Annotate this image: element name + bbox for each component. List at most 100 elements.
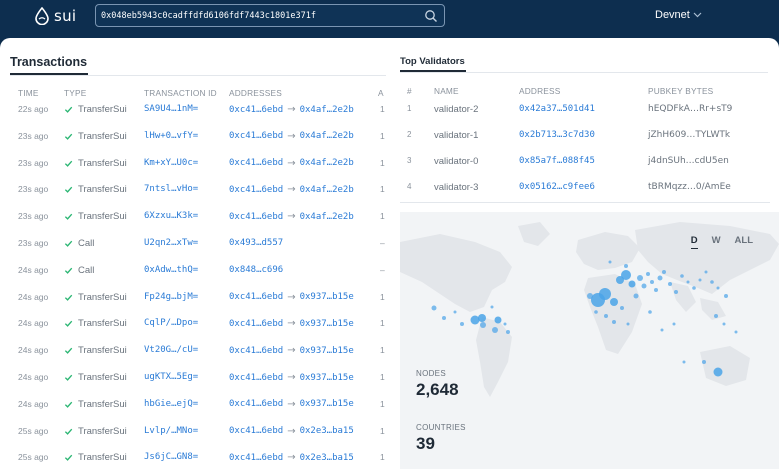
table-row[interactable]: 4 validator-3 0x05162…c9fee6 tBRMqzz…0/AmEe [400, 182, 770, 208]
from-address-link[interactable]: 0xc41…6ebd [229, 426, 283, 436]
transaction-id-link[interactable]: Fp24g…bjM= [144, 292, 198, 302]
node-dot [608, 260, 612, 264]
from-address-link[interactable]: 0xc41…6ebd [229, 346, 283, 356]
check-icon [64, 294, 73, 301]
type-label: TransferSui [78, 130, 127, 142]
transaction-id-link[interactable]: lHw+0…vfY= [144, 131, 198, 141]
sui-logo[interactable]: sui [34, 6, 76, 26]
tab-day[interactable]: D [690, 235, 698, 249]
time-cell: 22s ago [18, 104, 49, 114]
node-dot [680, 274, 684, 278]
table-row[interactable]: 2 validator-1 0x2b713…3c7d30 jZhH609…TYLWTk [400, 130, 770, 156]
to-address-link[interactable]: 0x937…b15e [300, 399, 354, 409]
table-row[interactable]: 1 validator-2 0x42a37…501d41 hEQDFkA…Rr+sT9 [400, 104, 770, 130]
to-address-link[interactable]: 0x4af…2e2b [300, 131, 354, 141]
from-address-link[interactable]: 0x848…c696 [229, 265, 283, 275]
tab-week[interactable]: W [712, 235, 721, 249]
transactions-title: Transactions [10, 55, 88, 69]
table-row[interactable]: 24s ago TransferSui CqlP/…Dpo= 0xc41…6ebd → 0… [0, 318, 390, 345]
transaction-id-link[interactable]: 6Xzxu…K3k= [144, 211, 198, 221]
to-address-link[interactable]: 0x2e3…ba15 [300, 426, 354, 436]
to-address-link[interactable]: 0x937…b15e [300, 292, 354, 302]
table-row[interactable]: 24s ago Call 0xAdw…thQ= 0x848…c696 – [0, 265, 390, 292]
check-icon [64, 428, 73, 435]
transaction-id-link[interactable]: hbGie…ejQ= [144, 399, 198, 409]
transaction-id-link[interactable]: 7ntsl…vHo= [144, 184, 198, 194]
to-address-link[interactable]: 0x4af…2e2b [300, 212, 354, 222]
transaction-id-link[interactable]: Lvlp/…MNo= [144, 426, 198, 436]
table-row[interactable]: 23s ago TransferSui lHw+0…vfY= 0xc41…6ebd → 0… [0, 131, 390, 158]
node-dot [710, 280, 714, 284]
search-icon[interactable] [424, 9, 438, 23]
validator-name: validator-2 [434, 104, 479, 115]
column-header-pubkey: PUBKEY BYTES [648, 86, 714, 96]
network-selector[interactable]: Devnet [655, 9, 702, 21]
amount-cell: – [380, 264, 385, 275]
tab-all[interactable]: ALL [735, 235, 753, 249]
to-address-link[interactable]: 0x4af…2e2b [300, 105, 354, 115]
from-address-link[interactable]: 0xc41…6ebd [229, 212, 283, 222]
to-address-link[interactable]: 0x4af…2e2b [300, 185, 354, 195]
table-row[interactable]: 23s ago Call U2qn2…xTw= 0x493…d557 – [0, 238, 390, 265]
transaction-id-link[interactable]: Km+xY…U0c= [144, 158, 198, 168]
search-bar[interactable] [95, 4, 445, 27]
from-address-link[interactable]: 0xc41…6ebd [229, 131, 283, 141]
table-row[interactable]: 24s ago TransferSui hbGie…ejQ= 0xc41…6ebd → 0… [0, 399, 390, 426]
table-row[interactable]: 23s ago TransferSui 6Xzxu…K3k= 0xc41…6ebd → 0… [0, 211, 390, 238]
type-label: TransferSui [78, 318, 127, 330]
transaction-id-link[interactable]: Js6jC…GN8= [144, 452, 198, 462]
node-dot [490, 305, 494, 309]
to-address-link[interactable]: 0x937…b15e [300, 346, 354, 356]
to-address-link[interactable]: 0x937…b15e [300, 373, 354, 383]
transaction-id-link[interactable]: Vt20G…/cU= [144, 345, 198, 355]
table-row[interactable]: 24s ago TransferSui ugKTX…5Eg= 0xc41…6ebd → 0… [0, 372, 390, 399]
addresses-cell: 0xc41…6ebd → 0x4af…2e2b [229, 158, 354, 169]
table-row[interactable]: 23s ago TransferSui 7ntsl…vHo= 0xc41…6ebd → 0… [0, 184, 390, 211]
from-address-link[interactable]: 0xc41…6ebd [229, 453, 283, 463]
transaction-id-link[interactable]: U2qn2…xTw= [144, 238, 198, 248]
table-row[interactable]: 22s ago TransferSui SA9U4…1nM= 0xc41…6ebd → 0… [0, 104, 390, 131]
table-row[interactable]: 25s ago TransferSui Js6jC…GN8= 0xc41…6ebd → 0… [0, 452, 390, 469]
transaction-id-link[interactable]: SA9U4…1nM= [144, 104, 198, 114]
validator-name: validator-3 [434, 182, 479, 193]
node-dot [674, 290, 678, 294]
divider [400, 72, 768, 73]
node-dot [460, 322, 464, 326]
to-address-link[interactable]: 0x937…b15e [300, 319, 354, 329]
table-row[interactable]: 24s ago TransferSui Fp24g…bjM= 0xc41…6ebd → 0… [0, 292, 390, 319]
table-row[interactable]: 24s ago TransferSui Vt20G…/cU= 0xc41…6ebd → 0… [0, 345, 390, 372]
table-row[interactable]: 25s ago TransferSui Lvlp/…MNo= 0xc41…6ebd → 0… [0, 426, 390, 453]
countries-value: 39 [416, 434, 435, 453]
from-address-link[interactable]: 0xc41…6ebd [229, 292, 283, 302]
from-address-link[interactable]: 0xc41…6ebd [229, 319, 283, 329]
table-row[interactable]: 3 validator-0 0x85a7f…088f45 j4dnSUh…cdU5en [400, 156, 770, 182]
type-label: TransferSui [78, 184, 127, 196]
node-dot [734, 330, 738, 334]
brand-name: sui [54, 7, 77, 25]
from-address-link[interactable]: 0xc41…6ebd [229, 105, 283, 115]
arrow-right-icon: → [287, 104, 296, 115]
amount-cell: 1 [380, 345, 385, 356]
amount-cell: 1 [380, 398, 385, 409]
from-address-link[interactable]: 0xc41…6ebd [229, 373, 283, 383]
validator-address-link[interactable]: 0x85a7f…088f45 [519, 156, 595, 166]
node-dot [604, 314, 608, 318]
node-dot [654, 288, 658, 292]
table-row[interactable]: 23s ago TransferSui Km+xY…U0c= 0xc41…6ebd → 0… [0, 158, 390, 185]
validator-address-link[interactable]: 0x2b713…3c7d30 [519, 130, 595, 140]
validator-address-link[interactable]: 0x05162…c9fee6 [519, 182, 595, 192]
from-address-link[interactable]: 0xc41…6ebd [229, 185, 283, 195]
from-address-link[interactable]: 0xc41…6ebd [229, 399, 283, 409]
from-address-link[interactable]: 0xc41…6ebd [229, 158, 283, 168]
validator-address-link[interactable]: 0x42a37…501d41 [519, 104, 595, 114]
to-address-link[interactable]: 0x4af…2e2b [300, 158, 354, 168]
to-address-link[interactable]: 0x2e3…ba15 [300, 453, 354, 463]
transaction-id-link[interactable]: CqlP/…Dpo= [144, 318, 198, 328]
from-address-link[interactable]: 0x493…d557 [229, 238, 283, 248]
transaction-id-link[interactable]: ugKTX…5Eg= [144, 372, 198, 382]
search-input[interactable] [96, 5, 416, 26]
transaction-id-link[interactable]: 0xAdw…thQ= [144, 265, 198, 275]
node-dot [714, 314, 718, 318]
time-cell: 24s ago [18, 398, 49, 409]
amount-cell: – [380, 238, 385, 248]
